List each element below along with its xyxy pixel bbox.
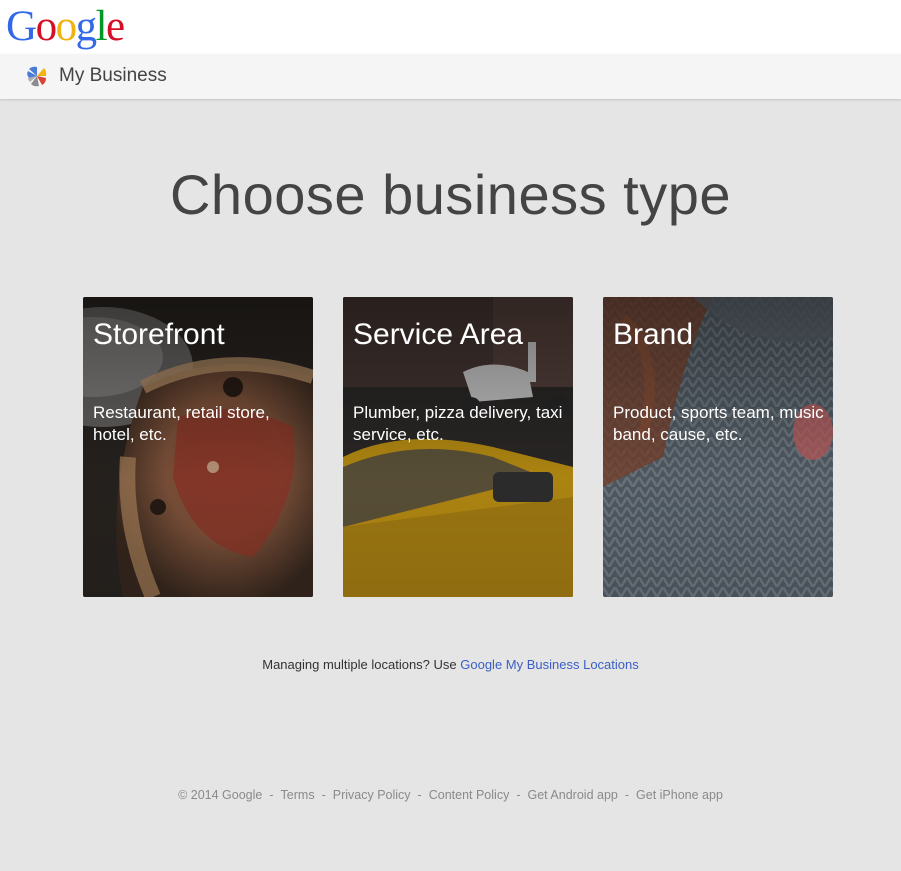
logo-letter-l: l [95, 3, 108, 50]
service-area-description: Plumber, pizza delivery, taxi service, e… [353, 403, 563, 444]
brand-description: Product, sports team, music band, cause,… [613, 403, 824, 444]
google-logo[interactable]: Google [6, 2, 125, 52]
copyright: © 2014 Google [178, 788, 263, 802]
storefront-description: Restaurant, retail store, hotel, etc. [93, 403, 270, 444]
brand-title: Brand [613, 318, 694, 351]
content-policy-link[interactable]: Content Policy [429, 788, 510, 802]
my-business-icon[interactable] [26, 65, 48, 87]
terms-link[interactable]: Terms [281, 788, 315, 802]
logo-letter-o1: o [35, 3, 58, 50]
footer-separator: - [624, 788, 630, 802]
logo-letter-o2: o [55, 3, 78, 50]
logo-letter-g1: G [6, 3, 37, 50]
logo-letter-g2: g [75, 3, 98, 50]
page-title: Choose business type [169, 163, 731, 226]
footer: © 2014 Google - Terms - Privacy Policy - Conte… [0, 785, 901, 805]
multiple-locations-note: Managing multiple locations? Use Google … [0, 655, 901, 675]
privacy-policy-link[interactable]: Privacy Policy [333, 788, 411, 802]
brand-card[interactable]: Brand Product, sports team, music band, … [603, 297, 833, 597]
product-bar: My Business [0, 54, 901, 99]
top-bar: Google [0, 0, 901, 54]
storefront-title: Storefront [93, 318, 225, 351]
storefront-card[interactable]: Storefront Restaurant, retail store, hot… [83, 297, 313, 597]
footer-separator: - [417, 788, 422, 802]
service-area-card[interactable]: Service Area Plumber, pizza delivery, ta… [343, 297, 573, 597]
footer-separator: - [516, 788, 521, 802]
logo-letter-e: e [106, 3, 125, 50]
android-app-link[interactable]: Get Android app [528, 788, 618, 802]
service-area-title: Service Area [353, 318, 524, 351]
multiple-locations-text: Managing multiple locations? Use [262, 657, 461, 672]
footer-separator: - [321, 788, 326, 802]
footer-separator: - [269, 788, 274, 802]
product-title[interactable]: My Business [59, 65, 167, 87]
locations-link[interactable]: Google My Business Locations [460, 657, 638, 672]
iphone-app-link[interactable]: Get iPhone app [636, 788, 723, 802]
